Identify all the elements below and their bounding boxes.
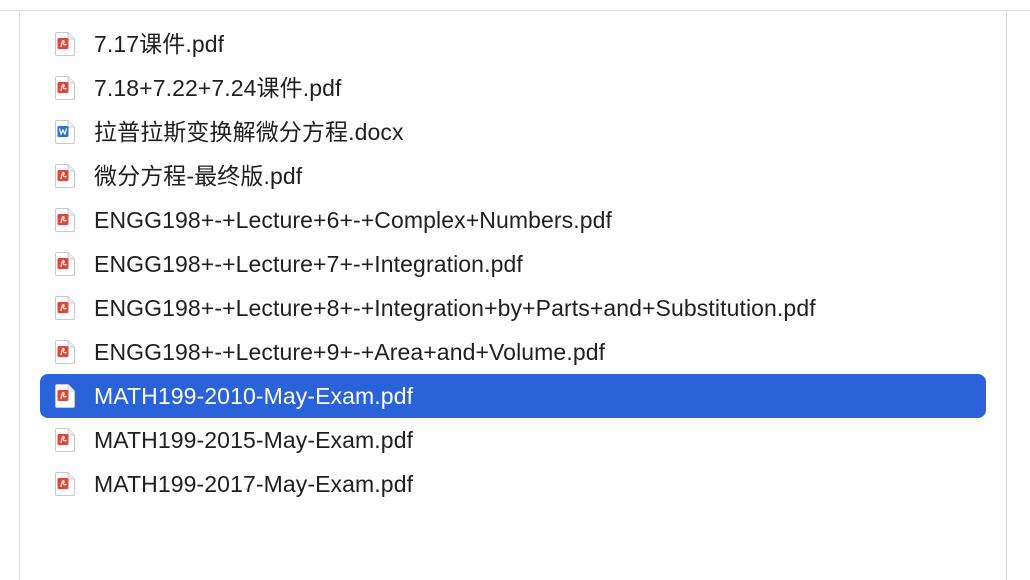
- pdf-icon: [55, 164, 75, 188]
- word-icon: [55, 120, 75, 144]
- file-row-selected[interactable]: MATH199-2010-May-Exam.pdf: [40, 374, 986, 418]
- file-name: ENGG198+-+Lecture+6+-+Complex+Numbers.pd…: [94, 207, 613, 233]
- file-name: 7.17课件.pdf: [94, 31, 225, 57]
- file-name: ENGG198+-+Lecture+8+-+Integration+by+Par…: [94, 295, 816, 321]
- file-row[interactable]: 7.17课件.pdf: [40, 22, 986, 66]
- file-name: ENGG198+-+Lecture+9+-+Area+and+Volume.pd…: [94, 339, 606, 365]
- file-name: ENGG198+-+Lecture+7+-+Integration.pdf: [94, 251, 523, 277]
- file-row[interactable]: ENGG198+-+Lecture+7+-+Integration.pdf: [40, 242, 986, 286]
- file-list: 7.17课件.pdf 7.18+7.22+7.24课件.pdf 拉普拉斯变换解微…: [40, 22, 986, 506]
- pdf-icon: [55, 428, 75, 452]
- pdf-icon: [55, 384, 75, 408]
- file-name: MATH199-2017-May-Exam.pdf: [94, 471, 414, 497]
- top-border: [0, 10, 1030, 11]
- file-row[interactable]: ENGG198+-+Lecture+8+-+Integration+by+Par…: [40, 286, 986, 330]
- file-row[interactable]: 7.18+7.22+7.24课件.pdf: [40, 66, 986, 110]
- file-row[interactable]: 微分方程-最终版.pdf: [40, 154, 986, 198]
- file-name: 微分方程-最终版.pdf: [94, 163, 303, 189]
- pdf-icon: [55, 296, 75, 320]
- pdf-icon: [55, 252, 75, 276]
- pdf-icon: [55, 32, 75, 56]
- file-name: MATH199-2015-May-Exam.pdf: [94, 427, 414, 453]
- file-name: 7.18+7.22+7.24课件.pdf: [94, 75, 342, 101]
- file-row[interactable]: MATH199-2015-May-Exam.pdf: [40, 418, 986, 462]
- pdf-icon: [55, 472, 75, 496]
- file-name: 拉普拉斯变换解微分方程.docx: [94, 119, 404, 145]
- file-row[interactable]: ENGG198+-+Lecture+6+-+Complex+Numbers.pd…: [40, 198, 986, 242]
- file-row[interactable]: 拉普拉斯变换解微分方程.docx: [40, 110, 986, 154]
- left-column-divider: [19, 11, 20, 580]
- right-column-divider: [1006, 11, 1007, 580]
- file-row[interactable]: MATH199-2017-May-Exam.pdf: [40, 462, 986, 506]
- file-name: MATH199-2010-May-Exam.pdf: [94, 383, 414, 409]
- pdf-icon: [55, 208, 75, 232]
- pdf-icon: [55, 340, 75, 364]
- pdf-icon: [55, 76, 75, 100]
- file-row[interactable]: ENGG198+-+Lecture+9+-+Area+and+Volume.pd…: [40, 330, 986, 374]
